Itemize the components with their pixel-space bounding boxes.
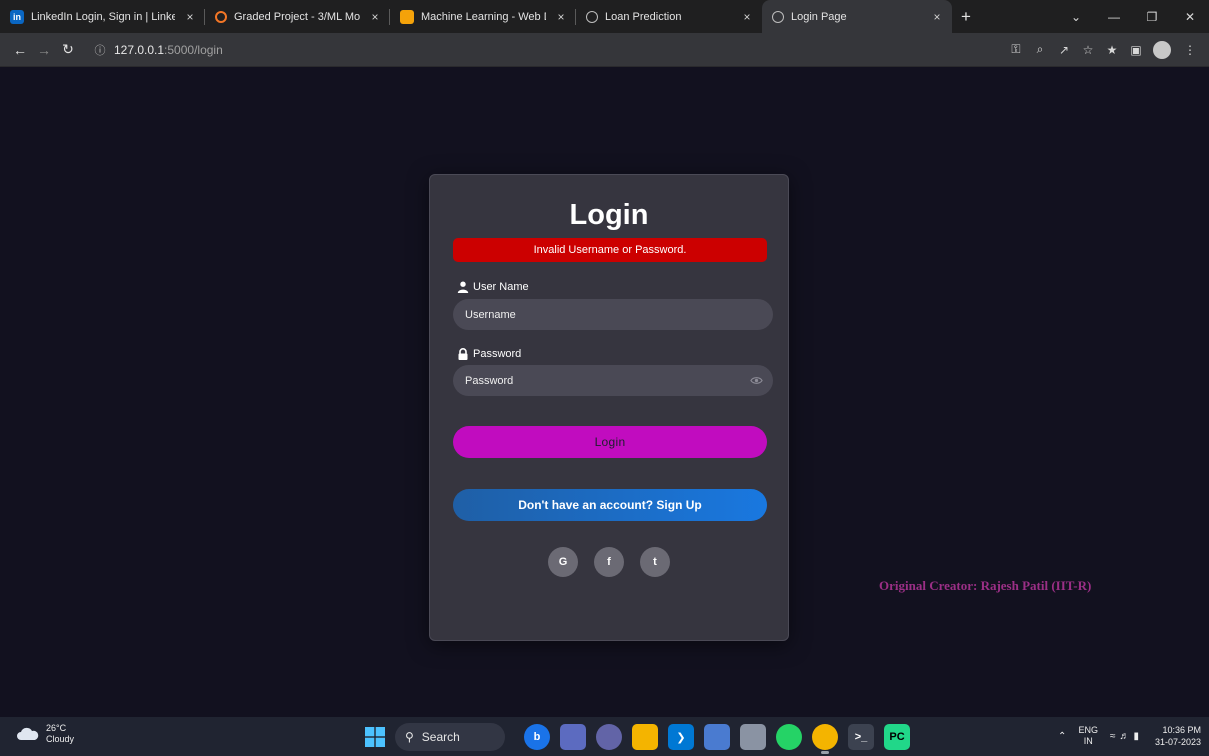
- close-icon[interactable]: ×: [554, 10, 568, 24]
- taskbar: 26°C Cloudy ⚲ Search b ❯ >_ PC ⌃ ENG IN …: [0, 717, 1209, 756]
- error-alert: Invalid Username or Password.: [453, 238, 767, 262]
- task-view-icon[interactable]: [560, 724, 586, 750]
- clock-time: 10:36 PM: [1162, 725, 1201, 735]
- search-icon: ⚲: [405, 730, 414, 744]
- window-close-icon[interactable]: ✕: [1171, 10, 1209, 24]
- cloud-icon: [17, 727, 39, 740]
- tab-search-icon[interactable]: ⌄: [1057, 10, 1095, 24]
- close-icon[interactable]: ×: [183, 10, 197, 24]
- username-label-text: User Name: [473, 281, 529, 293]
- password-label-text: Password: [473, 348, 522, 360]
- twitter-icon[interactable]: t: [640, 547, 670, 577]
- tab-title: LinkedIn Login, Sign in | LinkedIn: [31, 10, 175, 23]
- taskbar-apps: ⚲ Search b ❯ >_ PC: [365, 722, 915, 754]
- vscode-icon[interactable]: ❯: [668, 724, 694, 750]
- user-icon: [457, 281, 469, 293]
- profile-avatar[interactable]: [1153, 40, 1171, 59]
- weather-widget[interactable]: 26°C Cloudy: [16, 723, 74, 745]
- bing-icon[interactable]: b: [524, 724, 550, 750]
- back-icon[interactable]: ←: [8, 42, 32, 58]
- url-path: :5000/login: [164, 42, 223, 57]
- jupyter-icon: [215, 10, 227, 23]
- active-indicator: [821, 751, 829, 754]
- password-label: Password: [457, 348, 521, 360]
- page-viewport: Login Invalid Username or Password. User…: [0, 67, 1209, 717]
- login-title: Login: [569, 199, 649, 231]
- language-indicator[interactable]: ENG IN: [1078, 725, 1098, 747]
- password-placeholder: Password: [465, 374, 514, 387]
- terminal-icon[interactable]: >_: [848, 724, 874, 750]
- google-icon[interactable]: G: [548, 547, 578, 577]
- address-bar[interactable]: ⓘ 127.0.0.1:5000/login: [92, 37, 223, 63]
- close-icon[interactable]: ×: [368, 10, 382, 24]
- clock-date: 31-07-2023: [1154, 737, 1201, 747]
- language-code: ENG: [1078, 725, 1098, 735]
- chrome-icon[interactable]: [812, 724, 838, 754]
- facebook-icon[interactable]: f: [594, 547, 624, 577]
- extensions-icon[interactable]: ★: [1101, 43, 1123, 57]
- globe-icon: [586, 10, 598, 23]
- tab-linkedin[interactable]: in LinkedIn Login, Sign in | LinkedIn ×: [0, 0, 205, 33]
- tray-overflow-icon[interactable]: ⌃: [1058, 731, 1066, 742]
- network-volume-battery-icons[interactable]: ≈♬▮: [1110, 731, 1143, 742]
- side-panel-icon[interactable]: ▣: [1125, 43, 1147, 57]
- weather-condition: Cloudy: [46, 734, 75, 744]
- window-controls: ⌄ — ❐ ✕: [1057, 0, 1209, 33]
- signup-button[interactable]: Don't have an account? Sign Up: [453, 489, 767, 521]
- menu-icon[interactable]: ⋮: [1179, 43, 1201, 57]
- teams-icon[interactable]: [596, 724, 622, 750]
- forward-icon[interactable]: →: [32, 42, 56, 58]
- mail-icon[interactable]: [740, 724, 766, 750]
- bookmark-icon: [400, 9, 414, 24]
- password-input[interactable]: Password: [453, 365, 773, 396]
- file-explorer-icon[interactable]: [632, 724, 658, 750]
- login-card: Login Invalid Username or Password. User…: [429, 174, 789, 641]
- windows-start-icon[interactable]: [365, 727, 385, 747]
- tab-loan-prediction[interactable]: Loan Prediction ×: [576, 0, 762, 33]
- globe-icon: [772, 10, 784, 23]
- bookmark-star-icon[interactable]: ☆: [1077, 43, 1099, 57]
- close-icon[interactable]: ×: [740, 10, 754, 24]
- url-host: 127.0.0.1: [114, 42, 165, 57]
- region-code: IN: [1083, 736, 1093, 746]
- tab-graded-project[interactable]: Graded Project - 3/ML Model/ ×: [205, 0, 390, 33]
- clock[interactable]: 10:36 PM 31-07-2023: [1155, 724, 1201, 748]
- tab-machine-learning[interactable]: Machine Learning - Web Develp ×: [390, 0, 576, 33]
- new-tab-button[interactable]: +: [952, 0, 980, 33]
- eye-icon[interactable]: [750, 374, 763, 387]
- tab-title: Graded Project - 3/ML Model/: [234, 10, 360, 23]
- pycharm-icon[interactable]: PC: [884, 724, 910, 750]
- lock-icon: [458, 348, 468, 360]
- toolbar-actions: ⚿ ⌕ ↗ ☆ ★ ▣ ⋮: [1003, 40, 1201, 59]
- tab-title: Machine Learning - Web Develp: [421, 10, 546, 23]
- reload-icon[interactable]: ↻: [56, 41, 80, 58]
- share-icon[interactable]: ↗: [1053, 43, 1075, 57]
- zoom-icon[interactable]: ⌕: [1029, 42, 1051, 57]
- linkedin-icon: in: [10, 9, 24, 24]
- whatsapp-icon[interactable]: [776, 724, 802, 750]
- creator-credit: Original Creator: Rajesh Patil (IIT-R): [879, 578, 1092, 593]
- minimize-icon[interactable]: —: [1095, 10, 1133, 24]
- tab-title: Loan Prediction: [605, 10, 682, 23]
- close-icon[interactable]: ×: [930, 10, 944, 24]
- browser-toolbar: ← → ↻ ⓘ 127.0.0.1:5000/login ⚿ ⌕ ↗ ☆ ★ ▣…: [0, 33, 1209, 67]
- key-icon[interactable]: ⚿: [1005, 42, 1027, 57]
- browser-tabstrip: in LinkedIn Login, Sign in | LinkedIn × …: [0, 0, 1209, 33]
- tab-login-page[interactable]: Login Page ×: [762, 0, 952, 33]
- login-button[interactable]: Login: [453, 426, 767, 458]
- weather-temperature: 26°C: [46, 723, 67, 733]
- username-placeholder: Username: [465, 308, 516, 321]
- tab-title: Login Page: [791, 10, 847, 23]
- restore-icon[interactable]: ❐: [1133, 10, 1171, 24]
- username-input[interactable]: Username: [453, 299, 773, 330]
- site-info-icon[interactable]: ⓘ: [92, 42, 108, 58]
- app-icon[interactable]: [704, 724, 730, 750]
- system-tray: ⌃ ENG IN ≈♬▮ 10:36 PM 31-07-2023: [1058, 721, 1201, 751]
- username-label: User Name: [457, 281, 529, 293]
- taskbar-search[interactable]: ⚲ Search: [395, 723, 505, 751]
- search-label: Search: [421, 730, 460, 744]
